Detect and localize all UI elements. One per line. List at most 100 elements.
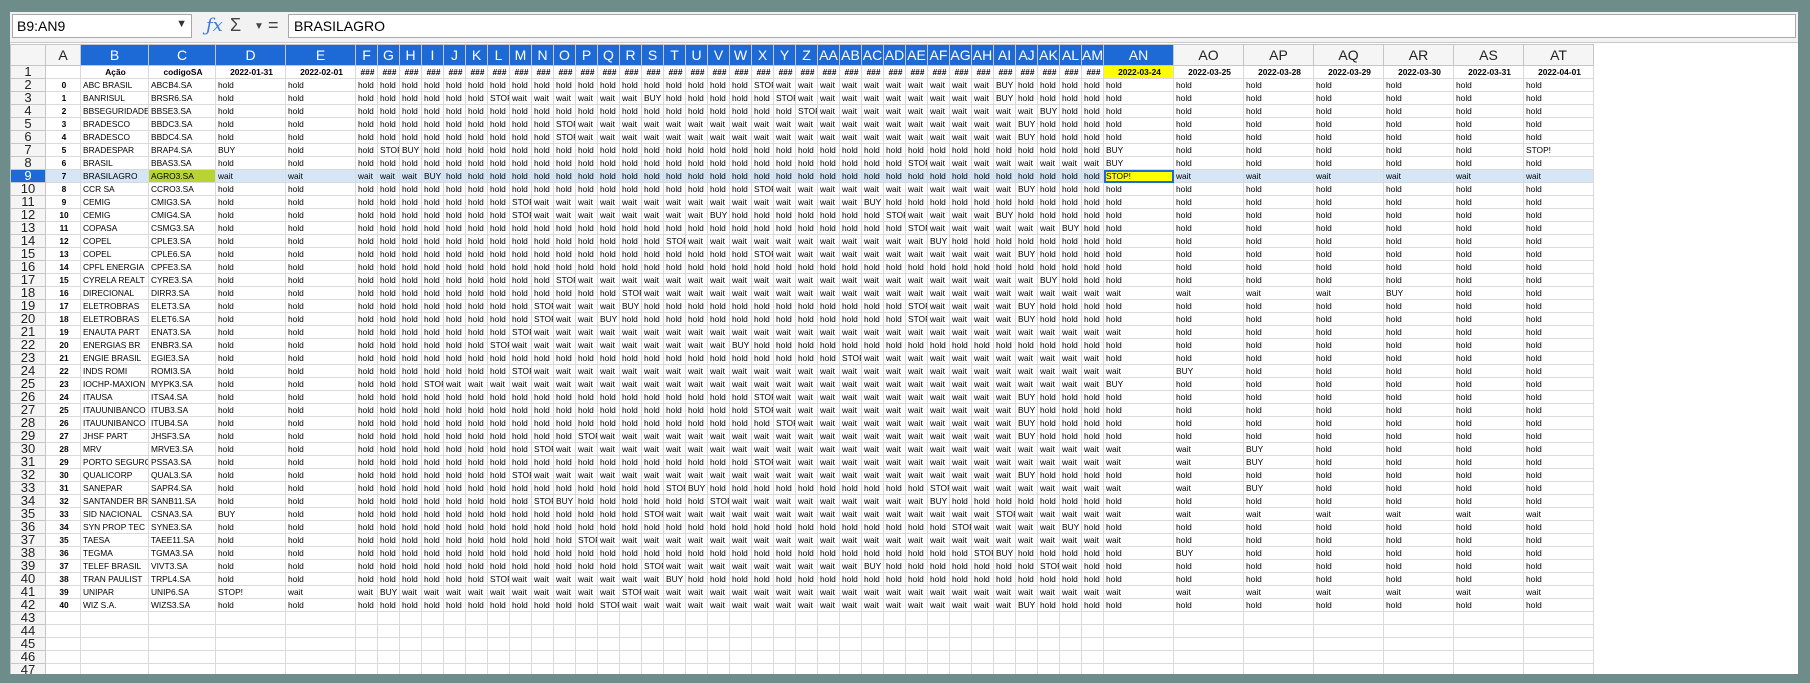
cell-signal[interactable]: wait xyxy=(707,338,730,352)
cell[interactable]: hold xyxy=(1313,221,1384,235)
cell-signal[interactable]: wait xyxy=(817,468,840,482)
cell[interactable]: hold xyxy=(1383,559,1454,573)
cell-signal[interactable]: hold xyxy=(509,442,532,456)
cell-signal[interactable]: wait xyxy=(663,364,686,378)
cell[interactable]: 18 xyxy=(45,312,81,326)
cell-signal[interactable]: hold xyxy=(377,195,400,209)
cell[interactable]: hold xyxy=(285,377,356,391)
cell[interactable]: hold xyxy=(1243,156,1314,170)
cell-signal[interactable]: wait xyxy=(993,182,1016,196)
cell-signal[interactable]: hold xyxy=(531,559,554,573)
cell[interactable]: BANRISUL xyxy=(80,91,149,105)
cell-signal[interactable]: wait xyxy=(993,455,1016,469)
cell-signal[interactable]: hold xyxy=(399,117,422,131)
cell-signal[interactable]: hold xyxy=(399,416,422,430)
cell-signal[interactable]: hold xyxy=(1059,494,1082,508)
cell[interactable]: hold xyxy=(1313,455,1384,469)
cell-signal[interactable]: hold xyxy=(443,299,466,313)
cell-signal[interactable]: STOP! xyxy=(509,364,532,378)
cell-signal[interactable]: hold xyxy=(707,390,730,404)
cell[interactable]: hold xyxy=(215,403,286,417)
cell-signal[interactable]: hold xyxy=(663,299,686,313)
cell-signal[interactable]: hold xyxy=(1081,468,1104,482)
cell[interactable]: AGRO3.SA xyxy=(148,169,216,183)
cell-signal[interactable]: hold xyxy=(1037,260,1060,274)
cell-signal[interactable]: wait xyxy=(795,182,818,196)
cell-signal[interactable]: hold xyxy=(707,546,730,560)
column-header[interactable]: AG xyxy=(949,44,972,66)
cell-signal[interactable]: hold xyxy=(641,299,664,313)
cell-signal[interactable]: STOP! xyxy=(751,403,774,417)
cell-signal[interactable]: hold xyxy=(839,143,862,157)
cell-signal[interactable]: hold xyxy=(993,195,1016,209)
cell[interactable]: hold xyxy=(285,104,356,118)
cell-signal[interactable]: wait xyxy=(685,442,708,456)
cell-signal[interactable]: BUY xyxy=(861,195,884,209)
cell-signal[interactable]: wait xyxy=(641,130,664,144)
cell-signal[interactable]: hold xyxy=(465,416,488,430)
cell-signal[interactable]: BUY xyxy=(993,546,1016,560)
cell-signal[interactable]: hold xyxy=(1015,546,1038,560)
cell-signal[interactable]: wait xyxy=(1059,533,1082,547)
cell[interactable] xyxy=(1037,650,1060,664)
cell[interactable]: hold xyxy=(1103,546,1174,560)
cell[interactable] xyxy=(148,637,216,651)
cell-signal[interactable]: hold xyxy=(575,559,598,573)
cell[interactable]: hold xyxy=(1383,78,1454,92)
cell-signal[interactable]: hold xyxy=(641,312,664,326)
cell-signal[interactable]: hold xyxy=(927,559,950,573)
cell-signal[interactable]: hold xyxy=(399,156,422,170)
cell-signal[interactable]: hold xyxy=(729,156,752,170)
cell[interactable] xyxy=(663,624,686,638)
cell[interactable]: CMIG4.SA xyxy=(148,208,216,222)
cell-signal[interactable]: hold xyxy=(355,182,378,196)
cell-signal[interactable]: wait xyxy=(861,494,884,508)
cell-signal[interactable]: wait xyxy=(707,364,730,378)
cell[interactable] xyxy=(487,650,510,664)
cell-signal[interactable]: hold xyxy=(465,338,488,352)
cell[interactable]: hold xyxy=(285,390,356,404)
cell[interactable]: BBDC4.SA xyxy=(148,130,216,144)
cell-signal[interactable]: wait xyxy=(993,442,1016,456)
cell[interactable]: wait xyxy=(1103,585,1174,599)
cell[interactable] xyxy=(80,663,149,674)
cell-signal[interactable]: wait xyxy=(531,377,554,391)
cell-signal[interactable]: wait xyxy=(795,468,818,482)
cell[interactable] xyxy=(1243,624,1314,638)
cell-signal[interactable]: hold xyxy=(355,299,378,313)
cell[interactable] xyxy=(509,637,532,651)
cell-signal[interactable]: wait xyxy=(883,182,906,196)
cell-signal[interactable]: hold xyxy=(729,299,752,313)
cell-signal[interactable]: wait xyxy=(619,117,642,131)
cell-signal[interactable]: hold xyxy=(509,403,532,417)
column-header[interactable]: R xyxy=(619,44,642,66)
cell-signal[interactable]: hold xyxy=(619,104,642,118)
cell-signal[interactable]: wait xyxy=(729,468,752,482)
cell-signal[interactable]: hold xyxy=(861,221,884,235)
cell-signal[interactable]: hold xyxy=(1037,208,1060,222)
cell[interactable]: hold xyxy=(1453,78,1524,92)
cell[interactable]: BRASILAGRO xyxy=(80,169,149,183)
cell-signal[interactable]: hold xyxy=(663,455,686,469)
cell[interactable]: hold xyxy=(1453,403,1524,417)
cell-signal[interactable]: hold xyxy=(1037,390,1060,404)
cell[interactable] xyxy=(949,611,972,625)
cell-signal[interactable]: hold xyxy=(927,260,950,274)
cell-signal[interactable]: hold xyxy=(1037,299,1060,313)
cell-signal[interactable]: wait xyxy=(685,507,708,521)
cell-signal[interactable]: wait xyxy=(1015,221,1038,235)
cell[interactable]: 2022-03-28 xyxy=(1243,65,1314,79)
cell[interactable]: hold xyxy=(285,208,356,222)
cell[interactable]: hold xyxy=(285,273,356,287)
cell-signal[interactable]: wait xyxy=(707,325,730,339)
cell-signal[interactable]: hold xyxy=(509,507,532,521)
cell-signal[interactable]: wait xyxy=(1081,533,1104,547)
cell-signal[interactable]: hold xyxy=(1037,195,1060,209)
cell-signal[interactable]: wait xyxy=(971,104,994,118)
cell[interactable]: ### xyxy=(971,65,994,79)
cell[interactable]: wait xyxy=(1243,169,1314,183)
cell-signal[interactable]: wait xyxy=(751,234,774,248)
cell-signal[interactable]: hold xyxy=(377,507,400,521)
cell-signal[interactable]: hold xyxy=(597,221,620,235)
cell-signal[interactable]: hold xyxy=(729,182,752,196)
